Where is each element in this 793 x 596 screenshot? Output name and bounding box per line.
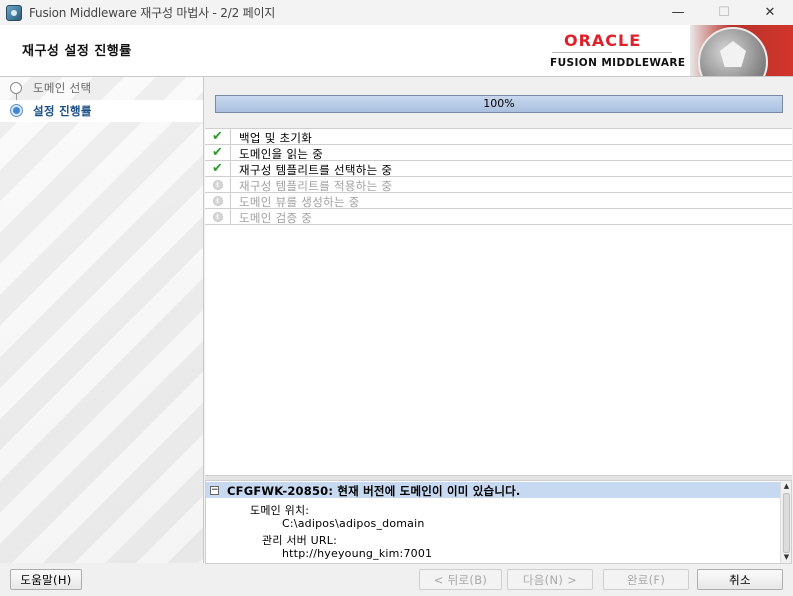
progress-label: 100% [483, 97, 515, 110]
nav-item-domain-select[interactable]: 도메인 선택 [0, 77, 203, 99]
minimize-button[interactable]: — [655, 0, 701, 25]
app-icon [6, 4, 22, 21]
task-label: 재구성 템플리트를 선택하는 중 [239, 163, 393, 177]
task-label: 재구성 템플리트를 적용하는 중 [239, 179, 393, 193]
back-button[interactable]: < 뒤로(B) [419, 569, 502, 590]
log-line: 도메인 위치: [250, 504, 310, 517]
task-label: 백업 및 초기화 [239, 131, 313, 145]
checkmark-icon: ✔ [212, 145, 223, 160]
step-done-icon [10, 82, 22, 94]
pending-icon: i [212, 211, 223, 222]
task-label: 도메인 검증 중 [239, 211, 313, 225]
window-controls: — ☐ ✕ [655, 0, 793, 25]
task-status-cell: i [205, 177, 231, 192]
task-status-cell: ✔ [205, 129, 231, 144]
pentagon-icon [720, 41, 746, 67]
logo-divider [552, 52, 672, 53]
task-label: 도메인 뷰를 생성하는 중 [239, 195, 360, 209]
log-message-title: CFGFWK-20850: 현재 버전에 도메인이 이미 있습니다. [227, 484, 521, 498]
finish-button[interactable]: 완료(F) [603, 569, 689, 590]
wizard-header: 재구성 설정 진행률 ORACLE FUSION MIDDLEWARE [0, 25, 793, 77]
window-titlebar: Fusion Middleware 재구성 마법사 - 2/2 페이지 — ☐ … [0, 0, 793, 25]
nav-background-pattern [0, 77, 203, 563]
nav-item-label: 설정 진행률 [33, 104, 92, 118]
log-line: 관리 서버 URL: [262, 534, 338, 547]
log-message-header[interactable]: − CFGFWK-20850: 현재 버전에 도메인이 이미 있습니다. [206, 482, 781, 498]
header-graphic [690, 25, 793, 76]
checkmark-icon: ✔ [212, 161, 223, 176]
pentagon-disc-icon [698, 27, 768, 76]
task-row: ✔ 재구성 템플리트를 선택하는 중 [205, 161, 792, 177]
scrollbar-thumb[interactable] [783, 493, 790, 553]
task-status-cell: ✔ [205, 145, 231, 160]
log-line: http://hyeyoung_kim:7001 [282, 547, 433, 560]
oracle-logo: ORACLE FUSION MIDDLEWARE [548, 28, 685, 74]
task-row: i 재구성 템플리트를 적용하는 중 [205, 177, 792, 193]
log-line: C:\adipos\adipos_domain [282, 517, 425, 530]
task-list: ✔ 백업 및 초기화 ✔ 도메인을 읽는 중 ✔ 재구성 템플리트를 선택하는 … [205, 128, 792, 476]
task-row: i 도메인 검증 중 [205, 209, 792, 225]
nav-item-label: 도메인 선택 [33, 81, 92, 95]
task-status-cell: ✔ [205, 161, 231, 176]
nav-item-setup-progress[interactable]: 설정 진행률 [0, 100, 203, 122]
log-scrollbar[interactable]: ▲ ▼ [780, 481, 791, 563]
message-log: − CFGFWK-20850: 현재 버전에 도메인이 이미 있습니다. 도메인… [205, 480, 792, 564]
help-button[interactable]: 도움말(H) [10, 569, 82, 590]
checkmark-icon: ✔ [212, 129, 223, 144]
scroll-down-icon[interactable]: ▼ [782, 553, 791, 562]
fusion-middleware-wordmark: FUSION MIDDLEWARE [550, 57, 686, 69]
pending-icon: i [212, 179, 223, 190]
close-button[interactable]: ✕ [747, 0, 793, 25]
collapse-icon[interactable]: − [210, 486, 219, 495]
task-row: ✔ 도메인을 읽는 중 [205, 145, 792, 161]
step-current-icon [10, 104, 23, 117]
next-button[interactable]: 다음(N) > [507, 569, 593, 590]
progress-bar: 100% [215, 95, 783, 113]
task-row: i 도메인 뷰를 생성하는 중 [205, 193, 792, 209]
pending-icon: i [212, 195, 223, 206]
task-row: ✔ 백업 및 초기화 [205, 129, 792, 145]
oracle-wordmark: ORACLE [564, 31, 642, 50]
cancel-button[interactable]: 취소 [697, 569, 783, 590]
maximize-button: ☐ [718, 5, 730, 20]
wizard-steps-nav: 도메인 선택 설정 진행률 [0, 77, 204, 563]
scroll-up-icon[interactable]: ▲ [782, 482, 791, 491]
window-title: Fusion Middleware 재구성 마법사 - 2/2 페이지 [29, 6, 276, 20]
task-status-cell: i [205, 209, 231, 224]
task-status-cell: i [205, 193, 231, 208]
task-label: 도메인을 읽는 중 [239, 147, 324, 161]
page-title: 재구성 설정 진행률 [22, 44, 132, 59]
